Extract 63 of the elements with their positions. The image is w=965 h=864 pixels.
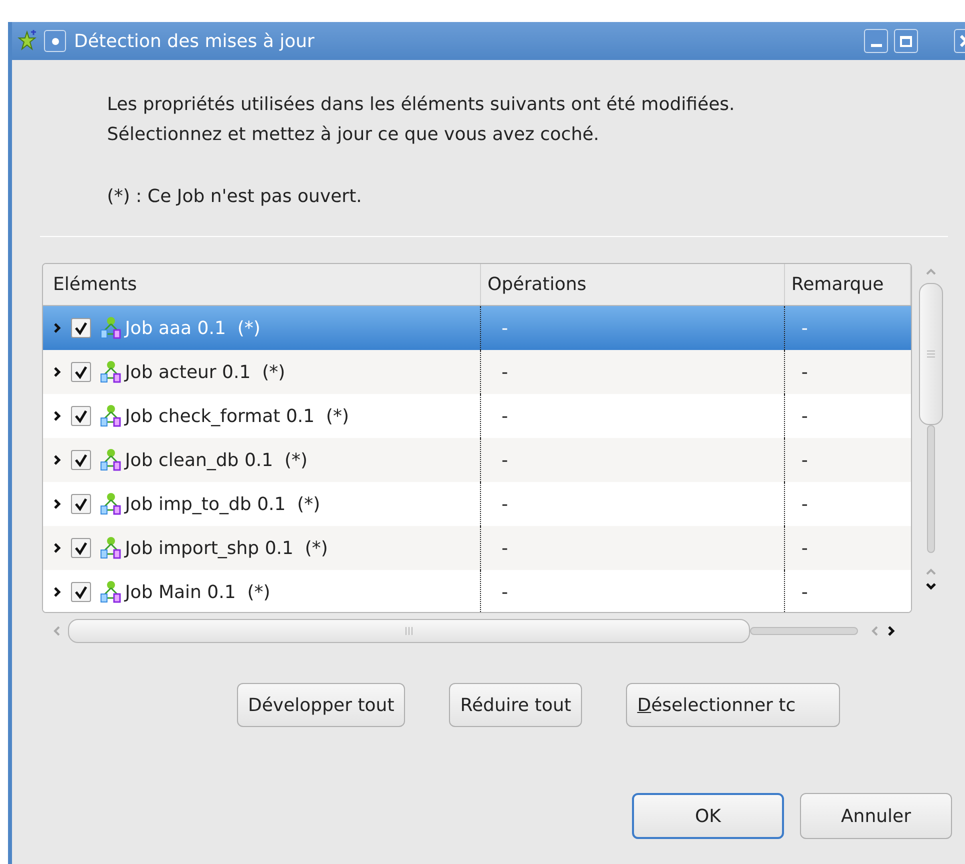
job-icon <box>99 360 123 384</box>
job-name: Job clean_db 0.1 (*) <box>125 448 308 472</box>
operations-cell-text: - <box>501 448 508 472</box>
operations-cell-text: - <box>501 536 508 560</box>
window-title: Détection des mises à jour <box>74 30 314 54</box>
table-row[interactable]: Job acteur 0.1 (*) - - <box>43 350 911 394</box>
scrollbar-thumb[interactable] <box>68 619 750 643</box>
minimize-button[interactable] <box>864 29 888 53</box>
row-checkbox[interactable] <box>71 494 91 514</box>
window-menu-icon[interactable] <box>44 30 66 52</box>
grip-icon <box>404 626 414 636</box>
message-text: Sélectionnez et mettez à jour ce que vous avez coché. <box>107 123 600 147</box>
job-icon <box>99 492 123 516</box>
job-name: Job imp_to_db 0.1 (*) <box>125 492 320 516</box>
remark-cell-text: - <box>801 316 808 340</box>
job-icon <box>99 448 123 472</box>
message-text: Les propriétés utilisées dans les éléments suivants ont été modifiées. <box>107 93 736 117</box>
operations-cell-text: - <box>501 404 508 428</box>
table-row[interactable]: Job Main 0.1 (*) - - <box>43 570 911 612</box>
job-icon <box>99 536 123 560</box>
job-icon <box>99 404 123 428</box>
job-icon <box>99 316 123 340</box>
operations-cell-text: - <box>501 492 508 516</box>
remark-cell-text: - <box>801 360 808 384</box>
grip-icon <box>926 349 936 359</box>
remark-cell-text: - <box>801 404 808 428</box>
remark-cell-text: - <box>801 448 808 472</box>
row-checkbox[interactable] <box>71 538 91 558</box>
dialog-button[interactable]: Annuler <box>800 793 952 839</box>
row-checkbox[interactable] <box>71 582 91 602</box>
row-checkbox[interactable] <box>71 362 91 382</box>
dialog-button[interactable]: OK <box>632 793 784 839</box>
table-row[interactable]: Job clean_db 0.1 (*) - - <box>43 438 911 482</box>
remark-cell-text: - <box>801 580 808 604</box>
row-checkbox[interactable] <box>71 450 91 470</box>
puzzle-star-icon <box>16 30 38 52</box>
tree-action-button[interactable]: Déselectionner tc <box>626 683 840 727</box>
job-name: Job acteur 0.1 (*) <box>125 360 286 384</box>
scrollbar-track[interactable] <box>750 627 858 635</box>
remark-cell-text: - <box>801 492 808 516</box>
tree-action-button[interactable]: Réduire tout <box>449 683 582 727</box>
operations-cell-text: - <box>501 360 508 384</box>
scroll-right-icon[interactable] <box>886 625 896 637</box>
job-name: Job aaa 0.1 (*) <box>125 316 260 340</box>
operations-cell-text: - <box>501 580 508 604</box>
row-checkbox[interactable] <box>71 406 91 426</box>
job-icon <box>99 580 123 604</box>
job-name: Job check_format 0.1 (*) <box>125 404 350 428</box>
remark-cell-text: - <box>801 536 808 560</box>
job-name: Job Main 0.1 (*) <box>125 580 270 604</box>
table-row[interactable]: Job import_shp 0.1 (*) - - <box>43 526 911 570</box>
column-header[interactable]: Remarque <box>785 264 911 305</box>
maximize-button[interactable] <box>894 29 918 53</box>
column-header[interactable]: Eléments <box>43 264 482 305</box>
column-header[interactable]: Opérations <box>481 264 786 305</box>
scrollbar-track[interactable] <box>927 425 935 553</box>
row-checkbox[interactable] <box>71 318 91 338</box>
tree-action-button[interactable]: Développer tout <box>237 683 406 727</box>
scrollbar-thumb[interactable] <box>919 283 943 425</box>
note-text: (*) : Ce Job n'est pas ouvert. <box>107 185 363 209</box>
scroll-down-icon[interactable] <box>925 581 937 591</box>
job-name: Job import_shp 0.1 (*) <box>125 536 328 560</box>
operations-cell-text: - <box>501 316 508 340</box>
